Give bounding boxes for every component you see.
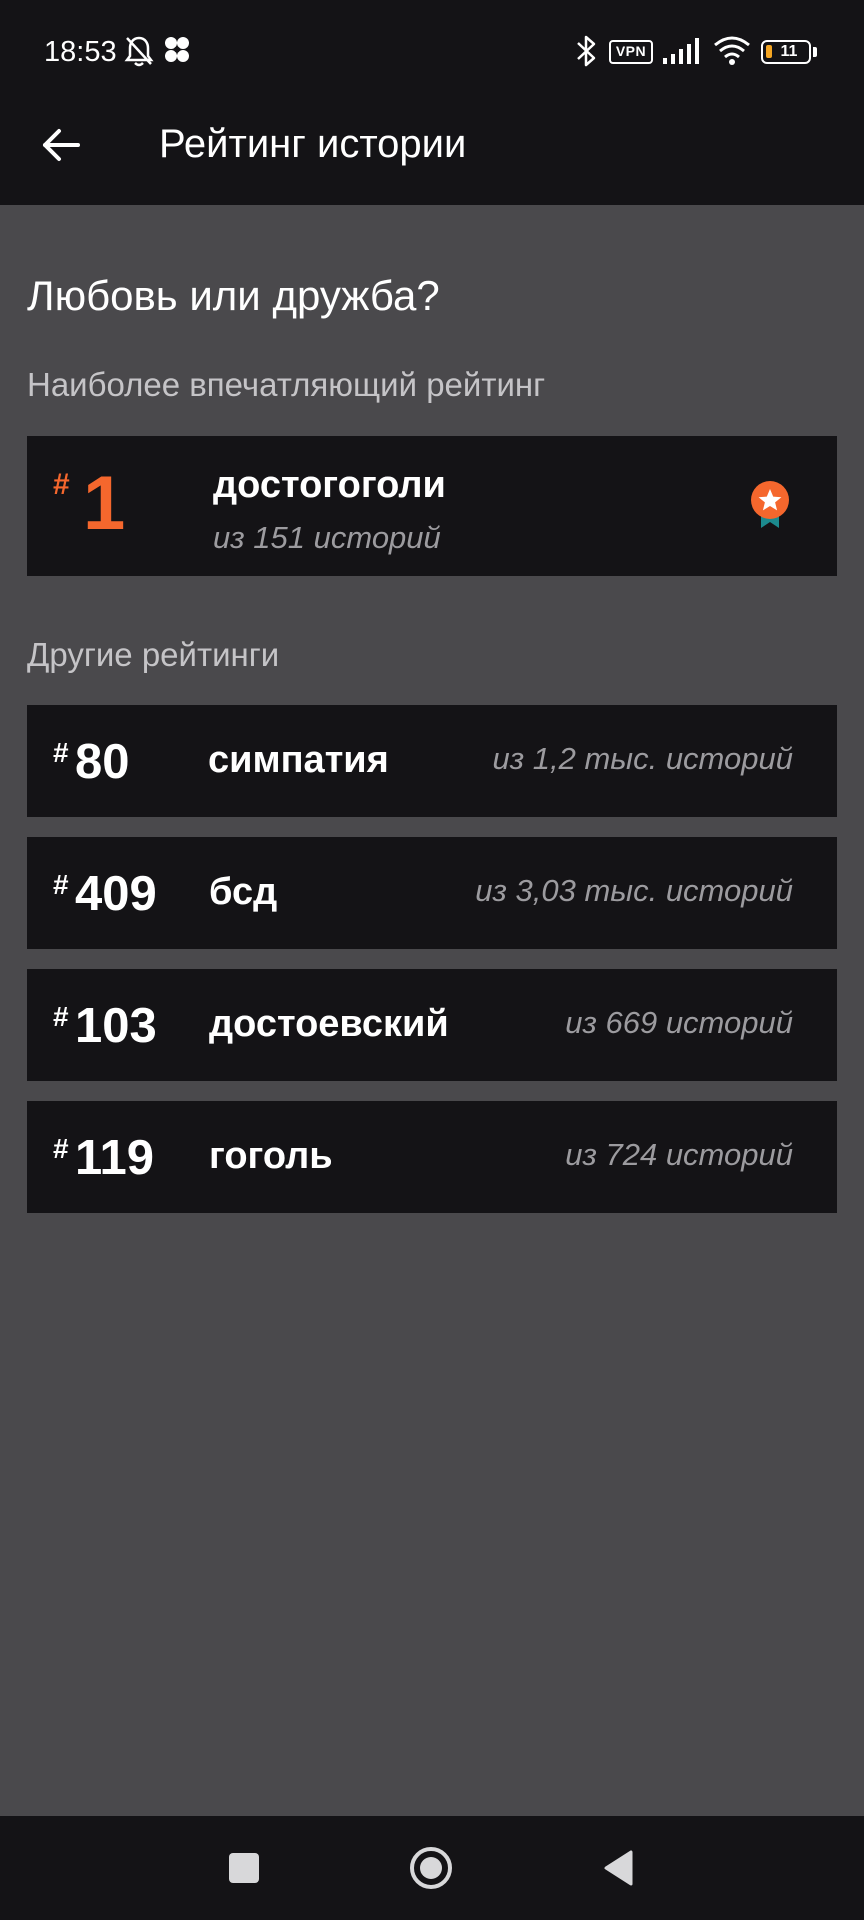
arrow-left-icon [43, 129, 80, 161]
rank-hash: # [53, 737, 69, 768]
system-nav-bar [0, 1816, 864, 1920]
status-bar: 18:53 VPN 11 [0, 0, 864, 100]
rank-number: 103 [75, 999, 157, 1053]
rating-row[interactable]: # 409 бсд из 3,03 тыс. историй [27, 837, 837, 949]
tag-name: симпатия [208, 739, 389, 781]
best-rating-label: Наиболее впечатляющий рейтинг [27, 366, 546, 403]
tag-name: достогоголи [213, 464, 446, 506]
rating-row[interactable]: # 119 гоголь из 724 историй [27, 1101, 837, 1213]
other-ratings-label: Другие рейтинги [27, 636, 280, 673]
rank-number: 1 [83, 461, 126, 546]
story-count: из 724 историй [565, 1137, 793, 1172]
story-count: из 669 историй [565, 1005, 793, 1040]
mute-bell-icon [123, 34, 155, 73]
recents-square-icon[interactable] [228, 1852, 260, 1889]
story-count: из 151 историй [213, 520, 441, 555]
rank-number: 409 [75, 867, 157, 921]
story-count: из 3,03 тыс. историй [475, 873, 793, 908]
rank-hash: # [53, 468, 70, 501]
rank-hash: # [53, 869, 69, 900]
app-bar: Рейтинг истории [0, 100, 864, 205]
status-time: 18:53 [44, 36, 117, 68]
rank-hash: # [53, 1133, 69, 1164]
signal-icon [662, 34, 702, 71]
page-title: Рейтинг истории [159, 122, 467, 166]
battery-level: 11 [780, 43, 798, 60]
rank-number: 119 [75, 1131, 155, 1185]
story-title: Любовь или дружба? [27, 272, 440, 319]
vpn-badge: VPN [609, 40, 653, 64]
rank-hash: # [53, 1001, 69, 1032]
rank-number: 80 [75, 735, 130, 789]
tag-name: достоевский [209, 1003, 449, 1045]
battery-icon: 11 [761, 40, 811, 64]
best-rating-card[interactable]: # 1 достогоголи из 151 историй [27, 436, 837, 576]
wifi-icon [712, 34, 752, 71]
tag-name: бсд [209, 871, 278, 913]
tag-name: гоголь [209, 1135, 333, 1177]
battery-cap [813, 47, 817, 57]
story-count: из 1,2 тыс. историй [492, 741, 793, 776]
rating-row[interactable]: # 103 достоевский из 669 историй [27, 969, 837, 1081]
medal-icon [749, 480, 791, 535]
fan-icon [162, 34, 192, 71]
back-triangle-icon[interactable] [602, 1849, 634, 1892]
back-button[interactable] [36, 120, 86, 170]
rating-row[interactable]: # 80 симпатия из 1,2 тыс. историй [27, 705, 837, 817]
bluetooth-icon [574, 34, 598, 73]
home-circle-icon[interactable] [408, 1845, 454, 1896]
